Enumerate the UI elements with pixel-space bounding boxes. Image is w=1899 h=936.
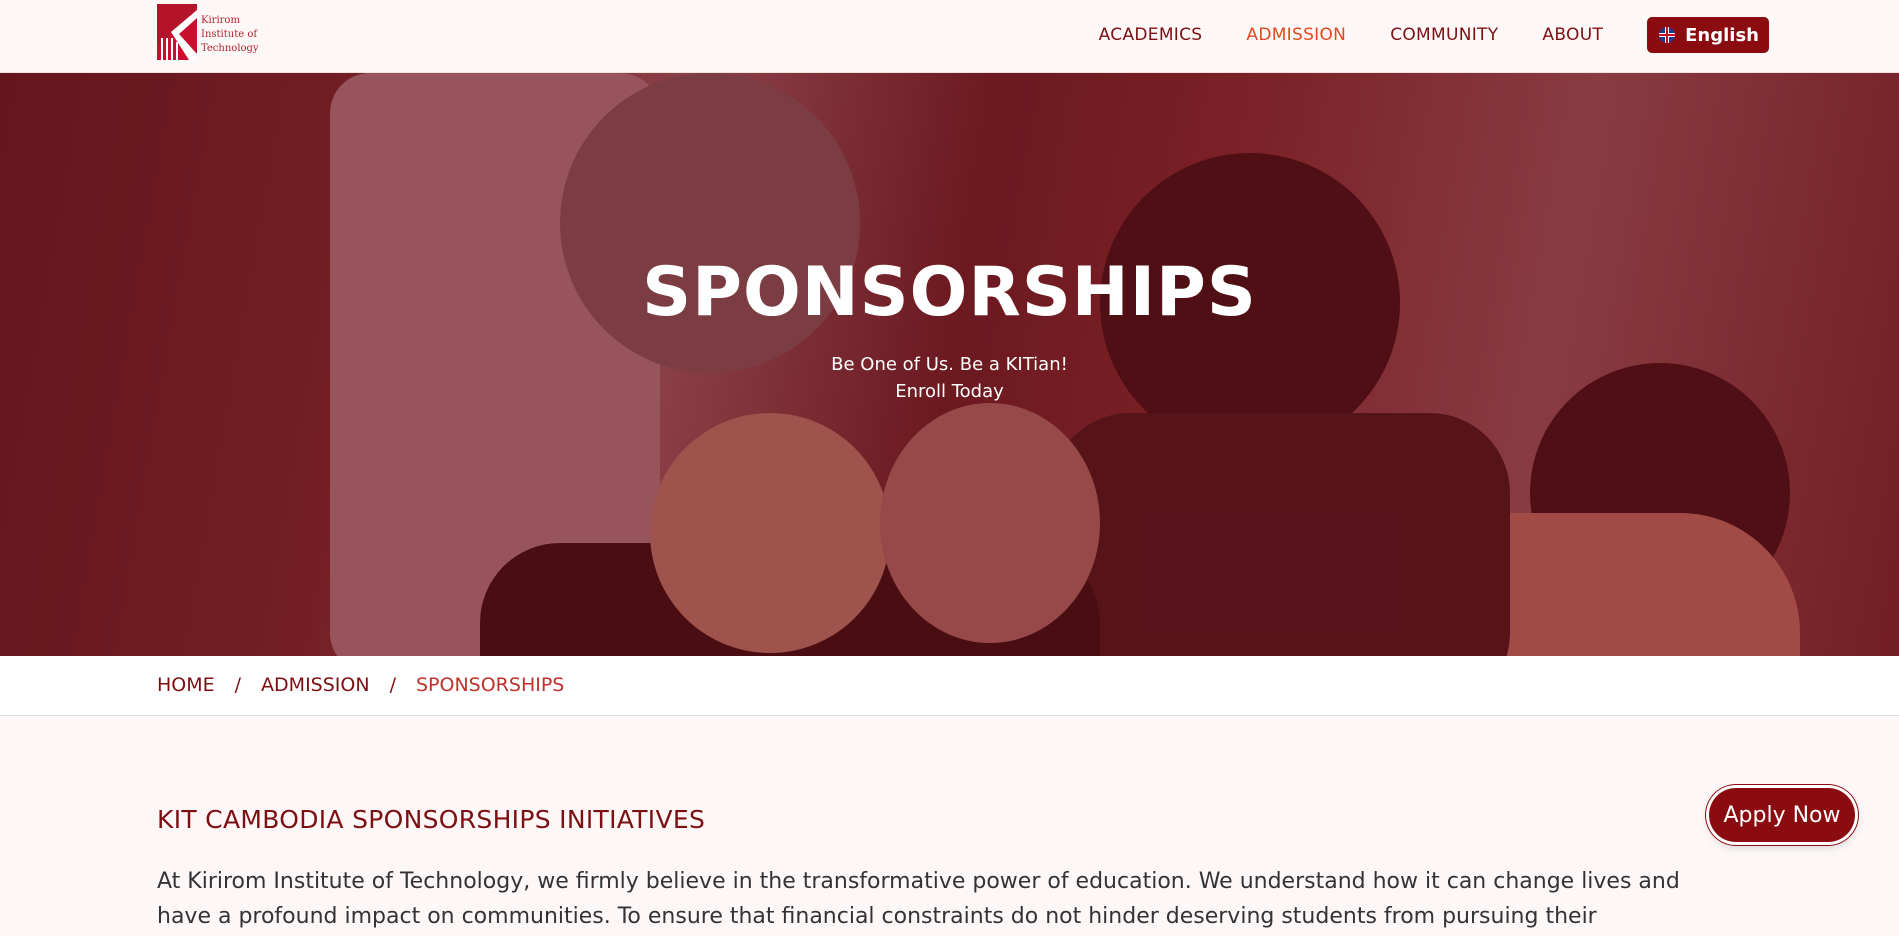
nav-about[interactable]: ABOUT (1542, 17, 1603, 53)
kit-logo-icon (157, 4, 197, 60)
main-nav: ACADEMICS ADMISSION COMMUNITY ABOUT Engl… (1099, 17, 1769, 53)
breadcrumb: HOME / ADMISSION / SPONSORSHIPS (157, 674, 564, 696)
breadcrumb-separator: / (389, 674, 396, 696)
kit-logo[interactable]: Kirirom Institute of Technology (157, 4, 261, 60)
section-title: KIT CAMBODIA SPONSORSHIPS INITIATIVES (157, 805, 706, 834)
apply-now-button[interactable]: Apply Now (1709, 788, 1855, 842)
nav-admission[interactable]: ADMISSION (1246, 17, 1346, 53)
nav-academics[interactable]: ACADEMICS (1099, 17, 1203, 53)
logo-text: Kirirom Institute of Technology (201, 15, 259, 54)
hero-banner: SPONSORSHIPS Be One of Us. Be a KITian! … (0, 73, 1899, 656)
hero-title: SPONSORSHIPS (642, 253, 1257, 332)
language-label: English (1685, 24, 1759, 46)
breadcrumb-admission[interactable]: ADMISSION (261, 674, 370, 696)
breadcrumb-bar: HOME / ADMISSION / SPONSORSHIPS (0, 656, 1899, 716)
site-header: Kirirom Institute of Technology ACADEMIC… (0, 0, 1899, 73)
breadcrumb-home[interactable]: HOME (157, 674, 215, 696)
language-button[interactable]: English (1647, 17, 1769, 53)
nav-community[interactable]: COMMUNITY (1390, 17, 1498, 53)
hero-subtitle: Be One of Us. Be a KITian! Enroll Today (0, 351, 1899, 405)
section-paragraph: At Kirirom Institute of Technology, we f… (157, 869, 1680, 929)
breadcrumb-separator: / (234, 674, 242, 696)
hero-subtitle-line1: Be One of Us. Be a KITian! (831, 354, 1068, 375)
breadcrumb-current: SPONSORSHIPS (415, 674, 565, 696)
uk-flag-icon (1659, 27, 1676, 43)
hero-subtitle-line2: Enroll Today (895, 381, 1004, 402)
